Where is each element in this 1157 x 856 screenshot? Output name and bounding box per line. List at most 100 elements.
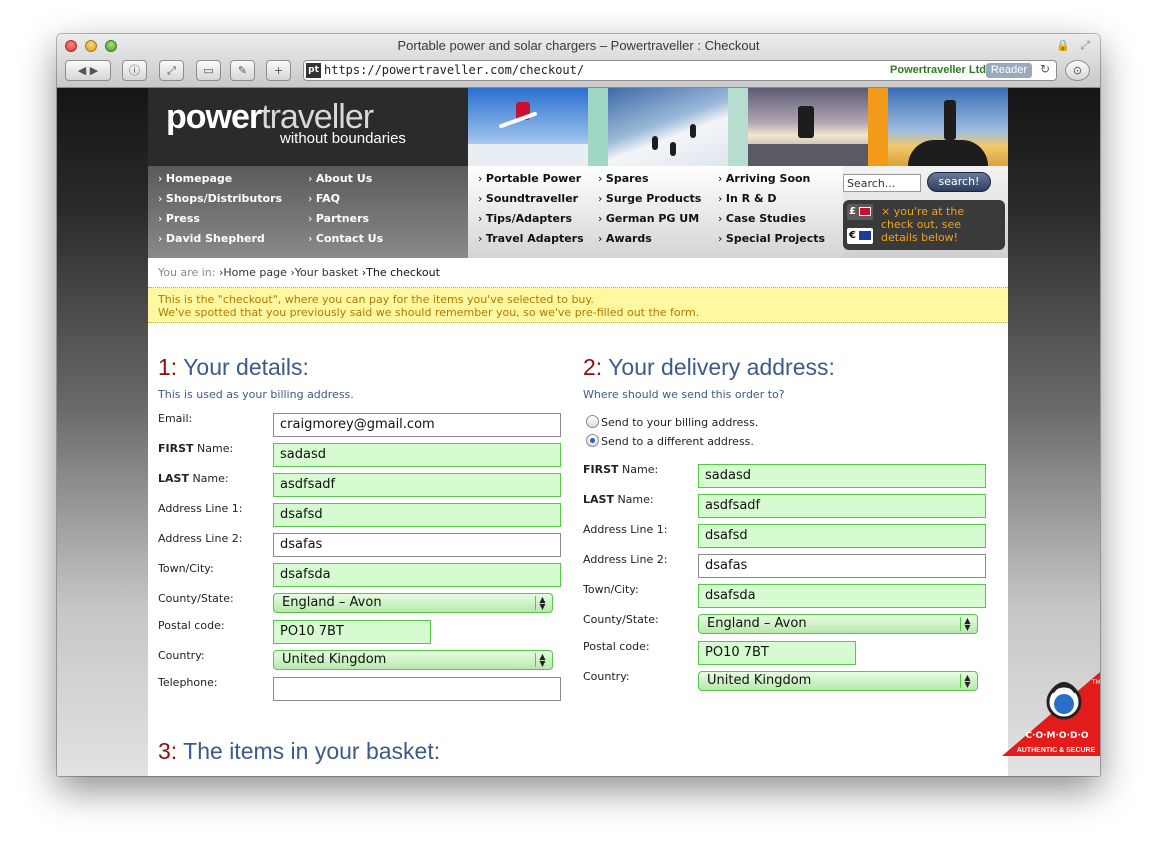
uk-flag-icon: [859, 207, 871, 216]
breadcrumb: You are in: ›Home page ›Your basket ›The…: [158, 266, 440, 279]
nav-link-portable-power[interactable]: Portable Power: [478, 172, 581, 185]
delivery-first-name-field[interactable]: sadasd: [698, 464, 986, 488]
site-header: powertraveller without boundaries: [148, 88, 1008, 166]
select-arrows-icon: ▲ ▼: [535, 596, 549, 611]
address-line1-label: Address Line 1:: [158, 502, 243, 515]
delivery-last-name-field[interactable]: asdfsadf: [698, 494, 986, 518]
last-name-label: LAST Name:: [158, 472, 229, 485]
nav-link-shops[interactable]: Shops/Distributors: [158, 192, 282, 205]
delivery-postal-code-field[interactable]: PO10 7BT: [698, 641, 856, 665]
breadcrumb-basket[interactable]: ›Your basket: [290, 266, 358, 279]
nav-link-soundtraveller[interactable]: Soundtraveller: [478, 192, 578, 205]
delivery-town-field[interactable]: dsafsda: [698, 584, 986, 608]
nav-link-spares[interactable]: Spares: [598, 172, 649, 185]
nav-link-r-and-d[interactable]: In R & D: [718, 192, 777, 205]
postal-code-field[interactable]: PO10 7BT: [273, 620, 431, 644]
delivery-country-select[interactable]: United Kingdom ▲ ▼: [698, 671, 978, 691]
nav-left-panel: Homepage Shops/Distributors Press David …: [148, 166, 468, 258]
tools-icon[interactable]: ✎: [230, 60, 255, 81]
back-forward-buttons[interactable]: ◀ ▶: [65, 60, 111, 81]
nav-link-faq[interactable]: FAQ: [308, 192, 340, 205]
nav-link-special-projects[interactable]: Special Projects: [718, 232, 825, 245]
address-line2-field[interactable]: dsafas: [273, 533, 561, 557]
nav-link-travel-adapters[interactable]: Travel Adapters: [478, 232, 584, 245]
window-title: Portable power and solar chargers – Powe…: [397, 38, 760, 53]
info-icon[interactable]: ⓘ: [122, 60, 147, 81]
nav-link-david-shepherd[interactable]: David Shepherd: [158, 232, 265, 245]
nav-link-press[interactable]: Press: [158, 212, 200, 225]
eu-flag-icon: [859, 231, 871, 240]
site-tagline: without boundaries: [280, 130, 406, 147]
delivery-address-line1-field[interactable]: dsafsd: [698, 524, 986, 548]
send-to-billing-label[interactable]: Send to your billing address.: [601, 416, 758, 429]
email-field[interactable]: craigmorey@gmail.com: [273, 413, 561, 437]
nav-link-arriving-soon[interactable]: Arriving Soon: [718, 172, 810, 185]
send-to-different-label[interactable]: Send to a different address.: [601, 435, 754, 448]
search-button[interactable]: search!: [927, 172, 991, 192]
country-label: Country:: [158, 649, 205, 662]
telephone-label: Telephone:: [158, 676, 218, 689]
nav-link-tips-adapters[interactable]: Tips/Adapters: [478, 212, 572, 225]
reader-button[interactable]: Reader: [985, 63, 1032, 78]
downloads-icon[interactable]: ⊙: [1065, 60, 1090, 81]
keyboard-icon[interactable]: ▭: [196, 60, 221, 81]
checkout-notice: This is the "checkout", where you can pa…: [148, 287, 1008, 323]
nav-link-surge-products[interactable]: Surge Products: [598, 192, 701, 205]
basket-heading: 3: The items in your basket:: [158, 738, 441, 764]
header-photo-skiers: [608, 88, 728, 166]
certificate-name[interactable]: Powertraveller Ltd: [890, 64, 986, 76]
header-photo-strip: [728, 88, 748, 166]
expand-icon[interactable]: ⤢: [159, 60, 184, 81]
last-name-field[interactable]: asdfsadf: [273, 473, 561, 497]
send-to-different-radio[interactable]: [586, 434, 599, 447]
header-photo-strip: [868, 88, 888, 166]
nav-link-homepage[interactable]: Homepage: [158, 172, 232, 185]
address-line2-label: Address Line 2:: [158, 532, 243, 545]
details-subtitle: This is used as your billing address.: [158, 388, 354, 401]
delivery-first-name-label: FIRST Name:: [583, 463, 659, 476]
nav-link-german-pg-um[interactable]: German PG UM: [598, 212, 699, 225]
delivery-heading: 2: Your delivery address:: [583, 354, 835, 380]
send-to-billing-radio[interactable]: [586, 415, 599, 428]
currency-eur-button[interactable]: €: [847, 228, 873, 244]
delivery-last-name-label: LAST Name:: [583, 493, 654, 506]
county-select[interactable]: England – Avon ▲ ▼: [273, 593, 553, 613]
telephone-field[interactable]: [273, 677, 561, 701]
select-arrows-icon: ▲ ▼: [960, 674, 974, 689]
select-arrows-icon: ▲ ▼: [960, 617, 974, 632]
browser-window: Portable power and solar chargers – Powe…: [57, 34, 1100, 776]
town-label: Town/City:: [158, 562, 214, 575]
delivery-subtitle: Where should we send this order to?: [583, 388, 785, 401]
town-field[interactable]: dsafsda: [273, 563, 561, 587]
currency-note: × you're at the check out, see details b…: [881, 205, 965, 244]
country-select[interactable]: United Kingdom ▲ ▼: [273, 650, 553, 670]
delivery-address-line2-field[interactable]: dsafas: [698, 554, 986, 578]
fullscreen-icon[interactable]: ⤢: [1080, 38, 1090, 53]
breadcrumb-home[interactable]: ›Home page: [219, 266, 287, 279]
new-tab-button[interactable]: +: [266, 60, 291, 81]
delivery-address-line2-label: Address Line 2:: [583, 553, 668, 566]
comodo-secure-badge[interactable]: TM C·O·M·O·D·O AUTHENTIC & SECURE: [1002, 672, 1100, 756]
nav-link-about[interactable]: About Us: [308, 172, 372, 185]
address-line1-field[interactable]: dsafsd: [273, 503, 561, 527]
header-photo-snowboarder: [468, 88, 588, 166]
currency-selector: £ € × you're at the check out, see detai…: [843, 200, 1005, 250]
url-text[interactable]: https://powertraveller.com/checkout/: [324, 63, 584, 77]
postal-code-label: Postal code:: [158, 619, 225, 632]
nav-link-case-studies[interactable]: Case Studies: [718, 212, 806, 225]
header-photo-strip: [588, 88, 608, 166]
first-name-field[interactable]: sadasd: [273, 443, 561, 467]
nav-link-awards[interactable]: Awards: [598, 232, 652, 245]
delivery-town-label: Town/City:: [583, 583, 639, 596]
details-heading: 1: Your details:: [158, 354, 309, 380]
delivery-county-select[interactable]: England – Avon ▲ ▼: [698, 614, 978, 634]
nav-link-partners[interactable]: Partners: [308, 212, 369, 225]
search-input[interactable]: Search...: [843, 174, 921, 192]
breadcrumb-checkout: ›The checkout: [361, 266, 440, 279]
address-bar[interactable]: pt https://powertraveller.com/checkout/ …: [303, 60, 1057, 81]
currency-gbp-button[interactable]: £: [847, 204, 873, 220]
first-name-label: FIRST Name:: [158, 442, 234, 455]
delivery-postal-code-label: Postal code:: [583, 640, 650, 653]
nav-link-contact[interactable]: Contact Us: [308, 232, 383, 245]
reload-icon[interactable]: ↻: [1040, 62, 1050, 76]
